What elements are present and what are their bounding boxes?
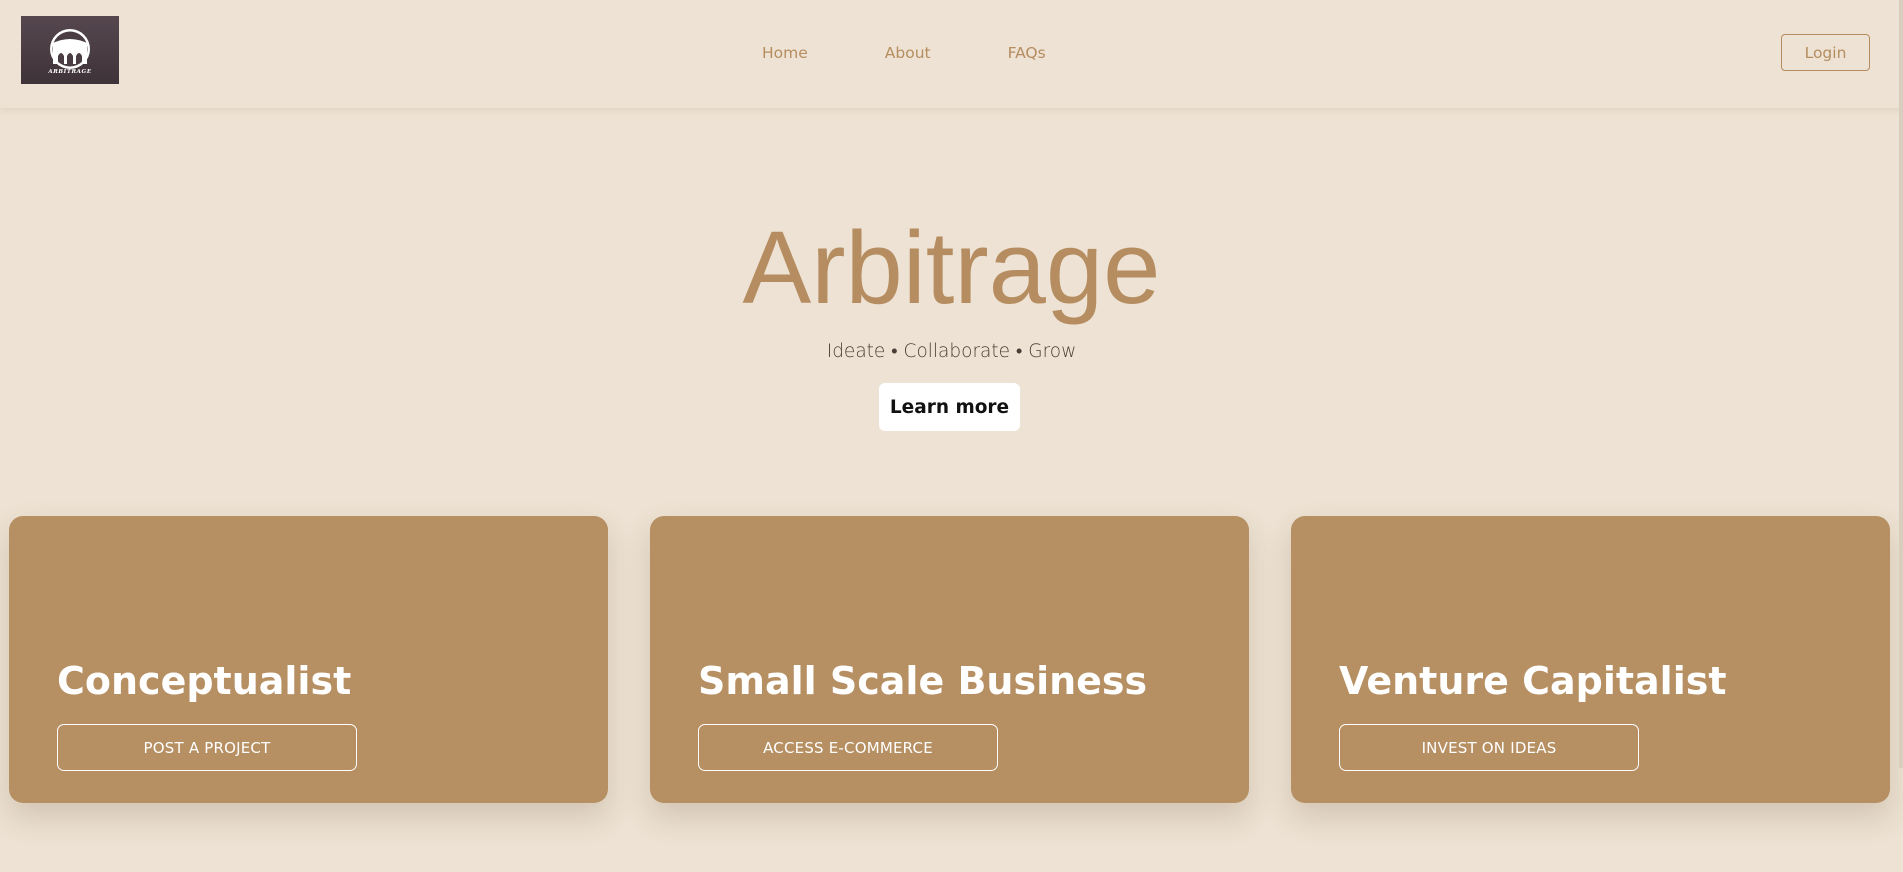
card-title: Conceptualist	[57, 659, 352, 703]
main-nav: Home About FAQs	[762, 43, 1046, 63]
nav-faqs-link[interactable]: FAQs	[1008, 43, 1046, 63]
login-button[interactable]: Login	[1781, 34, 1870, 71]
card-title: Venture Capitalist	[1339, 659, 1727, 703]
invest-ideas-button[interactable]: INVEST ON IDEAS	[1339, 724, 1639, 771]
arbitrage-logo[interactable]: ARBITRAGE	[21, 16, 119, 84]
card-venture-capitalist: Venture Capitalist INVEST ON IDEAS	[1291, 516, 1890, 803]
hero-tagline: Ideate • Collaborate • Grow	[826, 341, 1077, 362]
card-small-scale-business: Small Scale Business ACCESS E-COMMERCE	[650, 516, 1249, 803]
nav-home-link[interactable]: Home	[762, 43, 808, 63]
page: ARBITRAGE Home About FAQs Login Arbitrag…	[0, 0, 1903, 872]
logo-wordmark: ARBITRAGE	[48, 69, 92, 75]
page-scrollbar[interactable]	[1897, 0, 1903, 872]
access-ecommerce-button[interactable]: ACCESS E-COMMERCE	[698, 724, 998, 771]
learn-more-button[interactable]: Learn more	[879, 383, 1020, 431]
scrollbar-thumb[interactable]	[1899, 0, 1903, 768]
card-conceptualist: Conceptualist POST A PROJECT	[9, 516, 608, 803]
top-navbar: ARBITRAGE Home About FAQs Login	[0, 0, 1903, 108]
post-project-button[interactable]: POST A PROJECT	[57, 724, 357, 771]
hero-title: Arbitrage	[742, 210, 1161, 325]
nav-about-link[interactable]: About	[885, 43, 931, 63]
card-title: Small Scale Business	[698, 659, 1148, 703]
